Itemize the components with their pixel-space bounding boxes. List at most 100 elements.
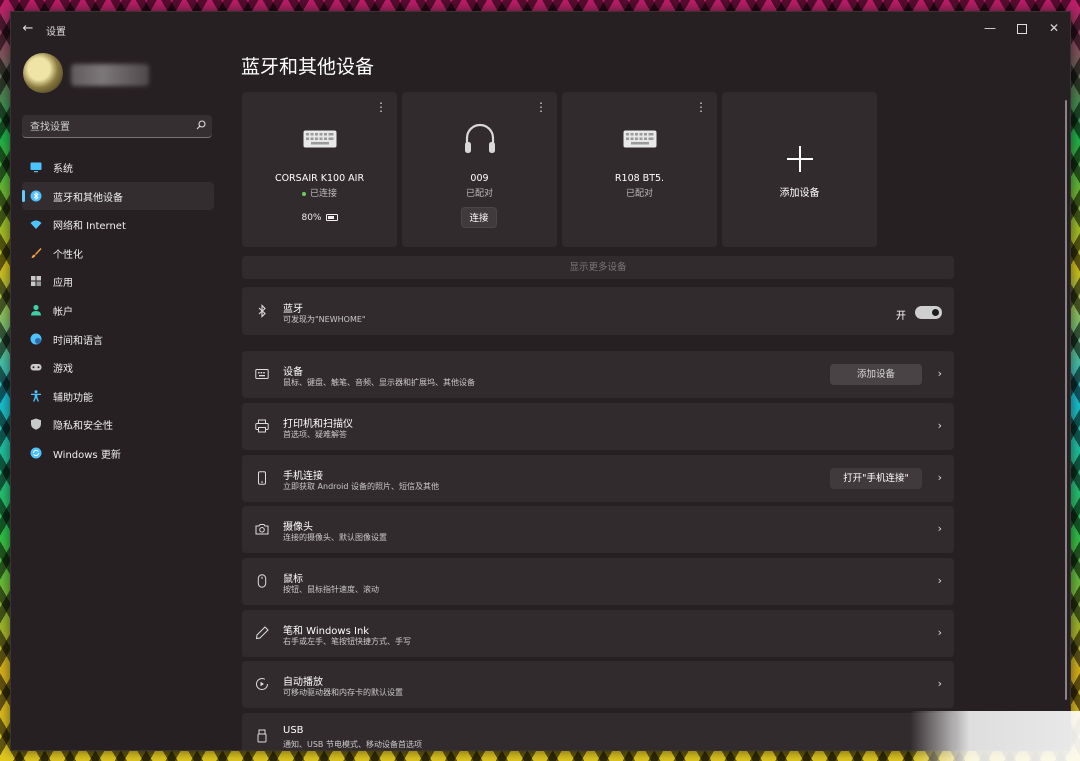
show-more-devices-button[interactable]: 显示更多设备 bbox=[242, 256, 954, 279]
device-tile-corsair[interactable]: ⋮ CORSAIR K100 AIR 已连接 80% bbox=[242, 92, 397, 247]
search-icon[interactable] bbox=[196, 120, 206, 130]
settings-row-camera[interactable]: 摄像头 连接的摄像头、默认图像设置 › bbox=[242, 506, 954, 553]
device-tile-r108[interactable]: ⋮ R108 BT5. 已配对 bbox=[562, 92, 717, 247]
add-device-label: 添加设备 bbox=[779, 188, 820, 199]
row-title: 设备 bbox=[283, 367, 303, 378]
sidebar-item-label: 系统 bbox=[53, 164, 73, 175]
back-arrow-icon[interactable]: ← bbox=[20, 21, 36, 37]
globe-clock-icon bbox=[30, 333, 42, 345]
autoplay-icon bbox=[256, 678, 269, 690]
bluetooth-icon bbox=[30, 190, 42, 202]
sidebar-item-label: 网络和 Internet bbox=[53, 221, 126, 233]
chevron-right-icon: › bbox=[937, 677, 942, 690]
wifi-icon bbox=[30, 220, 42, 230]
row-title: USB bbox=[283, 725, 304, 736]
shield-icon bbox=[31, 418, 41, 431]
sidebar-item-windows-update[interactable]: Windows 更新 bbox=[22, 439, 214, 467]
device-status: 已配对 bbox=[465, 189, 493, 199]
sidebar-item-label: 辅助功能 bbox=[53, 392, 93, 404]
settings-row-autoplay[interactable]: 自动播放 可移动驱动器和内存卡的默认设置 › bbox=[242, 661, 954, 708]
device-status: 已配对 bbox=[625, 189, 653, 199]
settings-row-phone-link[interactable]: 手机连接 立即获取 Android 设备的照片、短信及其他 打开"手机连接" › bbox=[242, 455, 954, 502]
more-options-icon[interactable]: ⋮ bbox=[695, 100, 707, 114]
connect-button[interactable]: 连接 bbox=[461, 207, 497, 228]
pen-icon bbox=[255, 626, 269, 640]
row-title: 鼠标 bbox=[283, 574, 303, 585]
sidebar-item-accessibility[interactable]: 辅助功能 bbox=[22, 382, 214, 410]
title-bar: ← 设置 — ✕ bbox=[11, 12, 1070, 46]
row-subtitle: 连接的摄像头、默认图像设置 bbox=[283, 533, 387, 542]
device-name: CORSAIR K100 AIR bbox=[274, 173, 365, 184]
row-title: 摄像头 bbox=[283, 522, 313, 533]
sidebar-item-label: 个性化 bbox=[53, 249, 83, 261]
sidebar-item-time-language[interactable]: 时间和语言 bbox=[22, 325, 214, 353]
camera-icon bbox=[255, 524, 269, 535]
settings-row-mouse[interactable]: 鼠标 按钮、鼠标指针速度、滚动 › bbox=[242, 558, 954, 605]
sidebar-item-network[interactable]: 网络和 Internet bbox=[22, 210, 214, 238]
chevron-right-icon: › bbox=[937, 471, 942, 484]
sidebar-item-label: 蓝牙和其他设备 bbox=[53, 192, 123, 204]
bluetooth-card: 蓝牙 可发现为"NEWHOME" 开 bbox=[242, 287, 954, 335]
sidebar-item-label: 帐户 bbox=[53, 306, 73, 318]
sidebar-item-gaming[interactable]: 游戏 bbox=[22, 353, 214, 381]
close-button[interactable]: ✕ bbox=[1038, 16, 1070, 40]
battery-icon bbox=[325, 214, 338, 221]
sidebar-item-accounts[interactable]: 帐户 bbox=[22, 296, 214, 324]
window-title: 设置 bbox=[46, 27, 66, 38]
add-device-button[interactable]: 添加设备 bbox=[830, 364, 922, 385]
settings-row-devices[interactable]: 设备 鼠标、键盘、触笔、音频、显示器和扩展坞、其他设备 添加设备 › bbox=[242, 351, 954, 398]
add-device-tile[interactable]: 添加设备 bbox=[722, 92, 877, 247]
settings-row-printers[interactable]: 打印机和扫描仪 首选项、疑难解答 › bbox=[242, 403, 954, 450]
sidebar-item-privacy[interactable]: 隐私和安全性 bbox=[22, 410, 214, 438]
watermark-overlay bbox=[910, 711, 1080, 761]
update-icon bbox=[30, 447, 42, 459]
row-title: 打印机和扫描仪 bbox=[283, 419, 353, 430]
battery-level: 80% bbox=[242, 213, 397, 223]
usb-icon bbox=[257, 729, 267, 743]
row-subtitle: 鼠标、键盘、触笔、音频、显示器和扩展坞、其他设备 bbox=[283, 378, 475, 387]
open-phone-link-button[interactable]: 打开"手机连接" bbox=[830, 468, 922, 489]
sidebar-item-bluetooth[interactable]: 蓝牙和其他设备 bbox=[22, 181, 214, 210]
avatar[interactable] bbox=[23, 53, 63, 93]
bluetooth-toggle-label: 开 bbox=[896, 311, 906, 322]
row-subtitle: 首选项、疑难解答 bbox=[283, 430, 347, 439]
sidebar-item-label: 应用 bbox=[53, 278, 73, 290]
accessibility-icon bbox=[31, 390, 41, 402]
sidebar-item-label: 隐私和安全性 bbox=[53, 421, 113, 433]
device-status: 已连接 bbox=[242, 186, 397, 199]
bluetooth-toggle[interactable] bbox=[915, 306, 942, 319]
bluetooth-title: 蓝牙 bbox=[283, 304, 303, 315]
printer-icon bbox=[255, 419, 269, 433]
phone-icon bbox=[258, 471, 266, 485]
minimize-button[interactable]: — bbox=[974, 16, 1006, 40]
row-subtitle: 按钮、鼠标指针速度、滚动 bbox=[283, 585, 379, 594]
mouse-icon bbox=[257, 574, 267, 588]
device-name: R108 BT5. bbox=[614, 173, 665, 184]
settings-row-pen[interactable]: 笔和 Windows Ink 右手或左手、笔按钮快捷方式、手写 › bbox=[242, 610, 954, 657]
row-title: 手机连接 bbox=[283, 471, 323, 482]
maximize-button[interactable] bbox=[1006, 16, 1038, 40]
scrollbar[interactable] bbox=[1065, 100, 1067, 700]
row-subtitle: 通知、USB 节电模式、移动设备首选项 bbox=[283, 740, 422, 749]
search-box[interactable] bbox=[22, 115, 212, 139]
account-name-blurred bbox=[71, 64, 149, 86]
chevron-right-icon: › bbox=[937, 522, 942, 535]
devices-icon bbox=[255, 369, 269, 379]
apps-icon bbox=[31, 276, 41, 287]
more-options-icon[interactable]: ⋮ bbox=[535, 100, 547, 114]
row-subtitle: 可移动驱动器和内存卡的默认设置 bbox=[283, 688, 403, 697]
bluetooth-icon bbox=[258, 304, 266, 318]
brush-icon bbox=[31, 247, 42, 258]
page-title: 蓝牙和其他设备 bbox=[241, 56, 375, 78]
sidebar-item-personalization[interactable]: 个性化 bbox=[22, 239, 214, 267]
sidebar-item-system[interactable]: 系统 bbox=[22, 153, 214, 181]
settings-window: ← 设置 — ✕ 系统 蓝牙和其他设备 网络和 Internet 个性化 bbox=[10, 11, 1071, 751]
monitor-icon bbox=[30, 162, 42, 173]
settings-row-usb[interactable]: USB 通知、USB 节电模式、移动设备首选项 bbox=[242, 713, 954, 750]
device-tile-009[interactable]: ⋮ 009 已配对 连接 bbox=[402, 92, 557, 247]
keyboard-icon bbox=[623, 130, 656, 148]
sidebar-item-apps[interactable]: 应用 bbox=[22, 267, 214, 295]
search-input[interactable] bbox=[28, 115, 192, 139]
more-options-icon[interactable]: ⋮ bbox=[375, 100, 387, 114]
row-subtitle: 右手或左手、笔按钮快捷方式、手写 bbox=[283, 637, 411, 646]
